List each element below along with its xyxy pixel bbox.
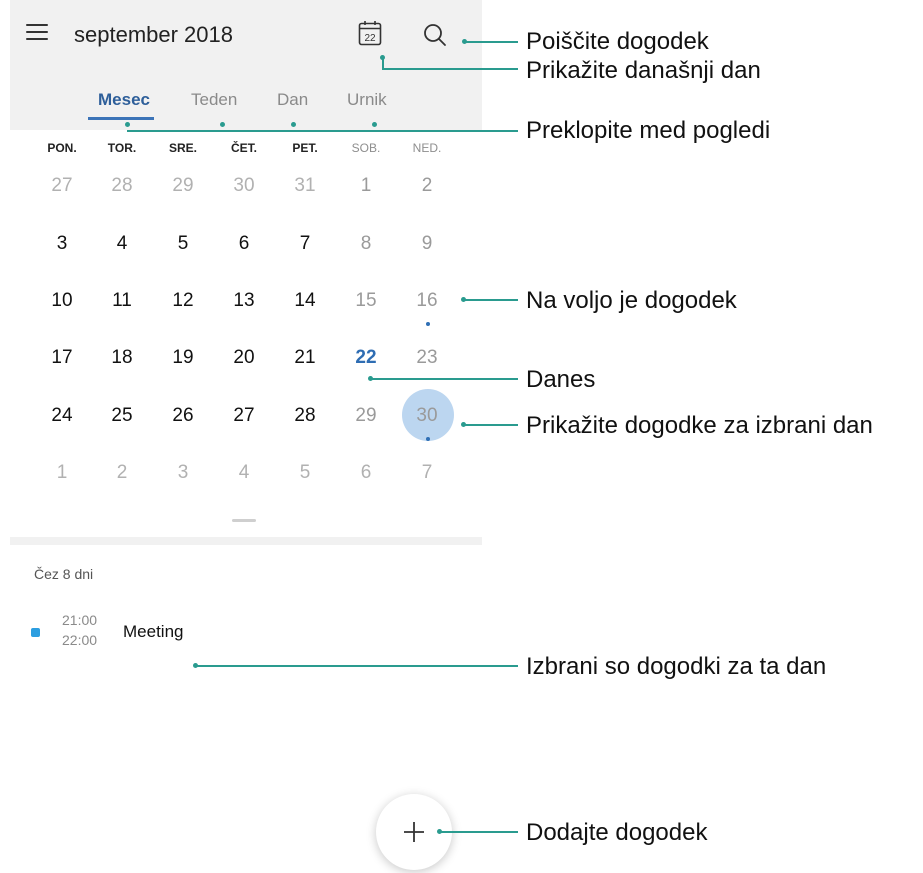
callout-line	[127, 130, 518, 132]
callout-selected-events: Izbrani so dogodki za ta dan	[526, 653, 827, 680]
search-icon[interactable]	[422, 22, 448, 48]
calendar-day[interactable]: 3	[158, 462, 208, 484]
events-heading: Čez 8 dni	[34, 566, 94, 582]
event-indicator-dot	[426, 322, 430, 326]
calendar-day[interactable]: 13	[219, 290, 269, 312]
drag-handle[interactable]	[232, 519, 256, 522]
calendar-day[interactable]: 5	[280, 462, 330, 484]
calendar-day[interactable]: 30	[219, 175, 269, 197]
callout-switch-views: Preklopite med pogledi	[526, 117, 771, 144]
calendar-day[interactable]: 31	[280, 175, 330, 197]
callout-line	[464, 299, 518, 301]
calendar-day[interactable]: 8	[341, 233, 391, 255]
calendar-day[interactable]: 24	[37, 405, 87, 427]
callout-dot	[372, 122, 377, 127]
app-header-panel	[10, 0, 482, 130]
tab-urnik[interactable]: Urnik	[347, 90, 387, 110]
callout-line	[370, 378, 518, 380]
month-title[interactable]: september 2018	[74, 22, 233, 48]
calendar-day[interactable]: 14	[280, 290, 330, 312]
calendar-day[interactable]: 6	[219, 233, 269, 255]
calendar-day[interactable]: 29	[158, 175, 208, 197]
calendar-day[interactable]: 15	[341, 290, 391, 312]
calendar-day[interactable]: 29	[341, 405, 391, 427]
weekday-wed: SRE.	[168, 141, 197, 155]
calendar-day[interactable]: 20	[219, 347, 269, 369]
plus-icon	[404, 822, 424, 842]
callout-dot	[220, 122, 225, 127]
calendar-day[interactable]: 2	[402, 175, 452, 197]
calendar-day-today[interactable]: 22	[341, 347, 391, 369]
calendar-today-icon[interactable]: 22	[358, 20, 382, 46]
callout-add-event: Dodajte dogodek	[526, 819, 708, 846]
calendar-day[interactable]: 1	[341, 175, 391, 197]
calendar-day[interactable]: 7	[280, 233, 330, 255]
tab-dan[interactable]: Dan	[277, 90, 308, 110]
calendar-day[interactable]: 21	[280, 347, 330, 369]
calendar-day[interactable]: 4	[97, 233, 147, 255]
callout-line	[440, 831, 518, 833]
calendar-day[interactable]: 11	[97, 290, 147, 312]
tab-mesec[interactable]: Mesec	[98, 90, 150, 110]
calendar-day[interactable]: 6	[341, 462, 391, 484]
event-color-marker	[31, 628, 40, 637]
weekday-fri: PET.	[292, 141, 318, 155]
calendar-day[interactable]: 12	[158, 290, 208, 312]
calendar-day[interactable]: 17	[37, 347, 87, 369]
calendar-day[interactable]: 28	[280, 405, 330, 427]
active-tab-indicator	[88, 117, 154, 120]
weekday-thu: ČET.	[230, 141, 257, 155]
callout-search: Poiščite dogodek	[526, 28, 709, 55]
callout-line	[465, 41, 518, 43]
calendar-day[interactable]: 25	[97, 405, 147, 427]
calendar-day[interactable]: 23	[402, 347, 452, 369]
weekday-sat: SOB.	[351, 141, 381, 155]
callout-has-event: Na voljo je dogodek	[526, 287, 737, 314]
calendar-day[interactable]: 26	[158, 405, 208, 427]
menu-icon[interactable]	[26, 22, 48, 40]
event-title[interactable]: Meeting	[123, 622, 183, 642]
event-start-time: 21:00	[62, 612, 98, 628]
callout-line	[382, 68, 518, 70]
callout-line	[196, 665, 518, 667]
calendar-day[interactable]: 18	[97, 347, 147, 369]
callout-today-marker: Danes	[526, 366, 596, 393]
calendar-day[interactable]: 4	[219, 462, 269, 484]
weekday-sun: NED.	[412, 141, 442, 155]
calendar-day-selected[interactable]: 30	[402, 405, 452, 427]
event-end-time: 22:00	[62, 632, 98, 648]
weekday-tue: TOR.	[107, 141, 137, 155]
calendar-day[interactable]: 7	[402, 462, 452, 484]
calendar-day[interactable]: 1	[37, 462, 87, 484]
callout-show-selected: Prikažite dogodke za izbrani dan	[526, 412, 873, 439]
calendar-day-with-event[interactable]: 16	[402, 290, 452, 312]
calendar-day[interactable]: 3	[37, 233, 87, 255]
calendar-day[interactable]: 10	[37, 290, 87, 312]
calendar-day[interactable]: 28	[97, 175, 147, 197]
weekday-mon: PON.	[47, 141, 77, 155]
callout-line	[464, 424, 518, 426]
calendar-day[interactable]: 27	[219, 405, 269, 427]
callout-today: Prikažite današnji dan	[526, 57, 761, 84]
callout-dot	[125, 122, 130, 127]
today-icon-number: 22	[364, 33, 376, 44]
calendar-day[interactable]: 27	[37, 175, 87, 197]
calendar-day[interactable]: 5	[158, 233, 208, 255]
event-indicator-dot	[426, 437, 430, 441]
calendar-day[interactable]: 2	[97, 462, 147, 484]
calendar-day[interactable]: 9	[402, 233, 452, 255]
calendar-day[interactable]: 19	[158, 347, 208, 369]
callout-dot	[291, 122, 296, 127]
tab-teden[interactable]: Teden	[191, 90, 237, 110]
section-separator	[10, 537, 482, 545]
